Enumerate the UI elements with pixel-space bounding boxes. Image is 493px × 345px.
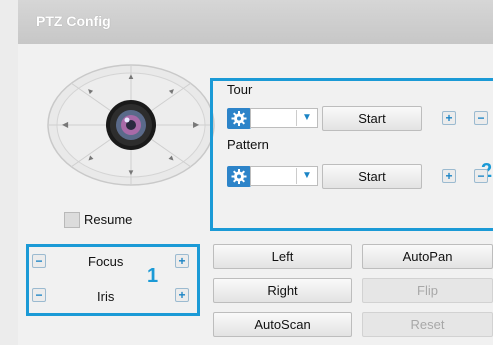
resume-checkbox[interactable] <box>64 212 80 228</box>
pattern-start-button[interactable]: Start <box>322 164 422 189</box>
annotation-number-1: 1 <box>147 265 159 287</box>
dropdown-caret-icon: ▼ <box>296 168 317 184</box>
right-button[interactable]: Right <box>213 278 352 303</box>
focus-plus-button[interactable]: + <box>175 254 189 268</box>
left-button[interactable]: Left <box>213 244 352 269</box>
autopan-button[interactable]: AutoPan <box>362 244 493 269</box>
reset-button[interactable]: Reset <box>362 312 493 337</box>
pattern-remove-button[interactable]: − <box>474 169 488 183</box>
ptz-direction-pad[interactable]: ▲ ▼ ◀ ▶ ▲ ▲ ▼ ▼ <box>46 63 216 187</box>
iris-plus-button[interactable]: + <box>175 288 189 302</box>
pattern-add-button[interactable]: + <box>442 169 456 183</box>
title-bar: PTZ Config <box>18 0 493 44</box>
tour-remove-button[interactable]: − <box>474 111 488 125</box>
arrow-left-icon[interactable]: ◀ <box>62 121 68 129</box>
tour-dropdown[interactable]: ▼ <box>250 108 318 128</box>
tour-pattern-highlight <box>210 78 493 231</box>
tour-start-button[interactable]: Start <box>322 106 422 131</box>
arrow-down-icon[interactable]: ▼ <box>127 169 135 177</box>
iris-minus-button[interactable]: − <box>32 288 46 302</box>
pattern-dropdown[interactable]: ▼ <box>250 166 318 186</box>
resume-label: Resume <box>84 212 133 227</box>
tour-add-button[interactable]: + <box>442 111 456 125</box>
iris-label: Iris <box>97 289 115 304</box>
arrow-up-icon[interactable]: ▲ <box>127 73 135 81</box>
pattern-gear-icon[interactable] <box>227 166 251 187</box>
tour-gear-icon[interactable] <box>227 108 251 129</box>
pattern-label: Pattern <box>227 137 269 152</box>
autoscan-button[interactable]: AutoScan <box>213 312 352 337</box>
focus-label: Focus <box>88 254 124 269</box>
window-title: PTZ Config <box>36 13 111 29</box>
dropdown-caret-icon: ▼ <box>296 110 317 126</box>
flip-button[interactable]: Flip <box>362 278 493 303</box>
tour-label: Tour <box>227 82 253 97</box>
arrow-right-icon[interactable]: ▶ <box>193 121 199 129</box>
focus-minus-button[interactable]: − <box>32 254 46 268</box>
